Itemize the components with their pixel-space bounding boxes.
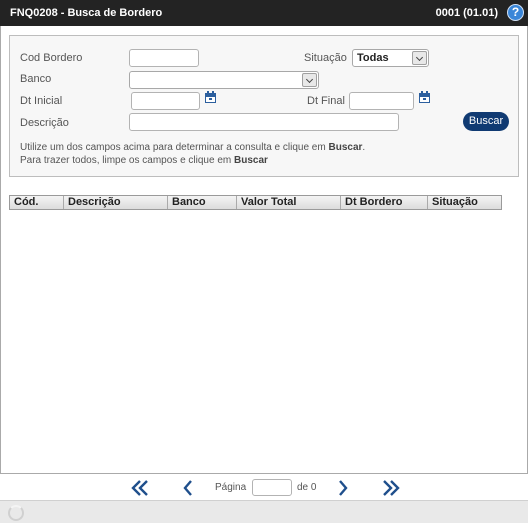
results-table-header: Cód. Descrição Banco Valor Total Dt Bord… xyxy=(9,195,502,210)
banco-label: Banco xyxy=(20,73,52,85)
cod-bordero-input[interactable] xyxy=(129,49,199,67)
pager: Página de 0 xyxy=(0,474,528,500)
descricao-input[interactable] xyxy=(129,113,399,131)
page-number-input[interactable] xyxy=(252,479,292,496)
column-header-banco[interactable]: Banco xyxy=(168,196,237,209)
column-header-cod[interactable]: Cód. xyxy=(10,196,64,209)
loading-spinner-icon xyxy=(8,505,24,521)
window-title: FNQ0208 - Busca de Bordero xyxy=(10,7,163,19)
hint-line-1: Utilize um dos campos acima para determi… xyxy=(20,142,366,153)
descricao-label: Descrição xyxy=(20,117,69,129)
buscar-button[interactable]: Buscar xyxy=(463,112,509,131)
column-header-situacao[interactable]: Situação xyxy=(428,196,501,209)
status-bar xyxy=(0,500,528,523)
dt-final-label: Dt Final xyxy=(307,95,345,107)
cod-bordero-label: Cod Bordero xyxy=(20,52,83,64)
next-page-icon[interactable] xyxy=(337,479,349,497)
dt-final-input[interactable] xyxy=(349,92,414,110)
chevron-down-icon[interactable] xyxy=(412,51,427,65)
dt-inicial-input[interactable] xyxy=(131,92,200,110)
dt-inicial-label: Dt Inicial xyxy=(20,95,63,107)
first-page-icon[interactable] xyxy=(130,479,150,497)
chevron-down-icon[interactable] xyxy=(302,73,317,87)
calendar-icon[interactable] xyxy=(419,91,430,103)
title-bar: FNQ0208 - Busca de Bordero 0001 (01.01) … xyxy=(0,0,528,26)
version-label: 0001 (01.01) xyxy=(435,7,498,19)
help-icon[interactable]: ? xyxy=(507,4,524,21)
column-header-dt-bordero[interactable]: Dt Bordero xyxy=(341,196,428,209)
situacao-selected-value: Todas xyxy=(357,52,389,64)
hint-line-2: Para trazer todos, limpe os campos e cli… xyxy=(20,155,268,166)
situacao-select[interactable]: Todas xyxy=(352,49,429,67)
column-header-descricao[interactable]: Descrição xyxy=(64,196,168,209)
situacao-label: Situação xyxy=(304,52,347,64)
banco-select[interactable] xyxy=(129,71,319,89)
calendar-icon[interactable] xyxy=(205,91,216,103)
column-header-valor-total[interactable]: Valor Total xyxy=(237,196,341,209)
last-page-icon[interactable] xyxy=(381,479,401,497)
page-label: Página xyxy=(215,482,247,493)
page-count-label: de 0 xyxy=(297,482,317,493)
previous-page-icon[interactable] xyxy=(182,479,194,497)
